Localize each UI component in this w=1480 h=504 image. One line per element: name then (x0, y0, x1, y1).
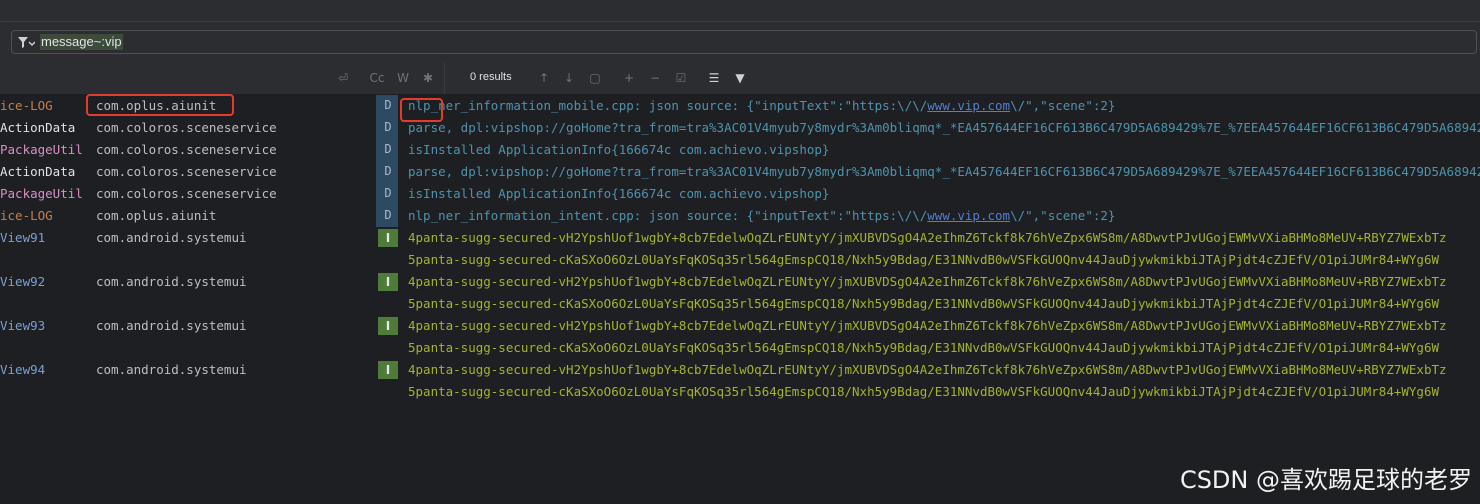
log-message-text: nlp_ner_information_mobile.cpp: json sou… (408, 98, 928, 113)
log-level: I (378, 273, 398, 291)
wrap-icon[interactable]: ⏎ (334, 69, 352, 87)
log-message: 4panta-sugg-secured-vH2YpshUof1wgbY+8cb7… (408, 271, 1480, 293)
logcat-output[interactable]: ice-LOG com.oplus.aiunit Dnlp_ner_informat… (0, 95, 1480, 504)
log-package: com.coloros.sceneservice (96, 164, 277, 179)
soft-wrap-icon[interactable]: ☰ (705, 69, 723, 87)
log-package: com.android.systemui (96, 318, 247, 333)
log-row[interactable]: 5panta-sugg-secured-cKaSXoO6OzL0UaYsFqKO… (0, 337, 1480, 359)
log-message: 5panta-sugg-secured-cKaSXoO6OzL0UaYsFqKO… (408, 337, 1480, 359)
log-message-text: 5panta-sugg-secured-cKaSXoO6OzL0UaYsFqKO… (408, 340, 1440, 355)
log-message: nlp_ner_information_intent.cpp: json sou… (408, 205, 1480, 227)
match-case-icon[interactable]: Cc (368, 69, 386, 87)
log-message: 5panta-sugg-secured-cKaSXoO6OzL0UaYsFqKO… (408, 293, 1480, 315)
log-row[interactable]: View91 com.android.systemui I 4panta-sugg-s… (0, 227, 1480, 249)
log-row[interactable]: View92 com.android.systemui I 4panta-sugg-s… (0, 271, 1480, 293)
log-tag: ice-LOG (0, 98, 53, 113)
add-occurrence-icon[interactable]: + (620, 69, 638, 87)
log-row[interactable]: 5panta-sugg-secured-cKaSXoO6OzL0UaYsFqKO… (0, 381, 1480, 403)
log-tag: View92 (0, 274, 46, 289)
log-tag: View94 (0, 362, 46, 377)
watermark: CSDN @喜欢踢足球的老罗 (1179, 466, 1472, 494)
log-package: com.android.systemui (96, 362, 247, 377)
arrow-up-icon[interactable]: ↑ (535, 69, 553, 87)
log-message-text: parse, dpl:vipshop://goHome?tra_from=tra… (408, 164, 1480, 179)
log-tag: View91 (0, 230, 46, 245)
log-package: com.android.systemui (96, 230, 247, 245)
log-level: I (378, 229, 398, 247)
log-level: I (378, 317, 398, 335)
log-message: nlp_ner_information_mobile.cpp: json sou… (408, 95, 1480, 117)
log-message-tail: \/","scene":2} (1010, 208, 1116, 223)
log-package: com.coloros.sceneservice (96, 142, 277, 157)
log-level: I (378, 361, 398, 379)
title-bar (0, 0, 1480, 22)
log-message-text: isInstalled ApplicationInfo{166674c com.… (408, 186, 830, 201)
log-package: com.android.systemui (96, 274, 247, 289)
words-icon[interactable]: W (394, 69, 412, 87)
log-message-text: 4panta-sugg-secured-vH2YpshUof1wgbY+8cb7… (408, 318, 1447, 333)
regex-icon[interactable]: ✱ (419, 69, 437, 87)
filter-bar: message~:vip (0, 22, 1480, 63)
log-tag: ice-LOG (0, 208, 53, 223)
log-level: D (384, 208, 392, 222)
log-tag: View93 (0, 318, 46, 333)
log-level: D (384, 142, 392, 156)
log-message-text: 4panta-sugg-secured-vH2YpshUof1wgbY+8cb7… (408, 230, 1447, 245)
log-message: isInstalled ApplicationInfo{166674c com.… (408, 139, 1480, 161)
log-tag: ActionData (0, 164, 76, 179)
log-message-text: isInstalled ApplicationInfo{166674c com.… (408, 142, 830, 157)
log-message-link[interactable]: www.vip.com (927, 208, 1010, 223)
scroll-to-end-icon[interactable]: ▢ (586, 69, 604, 87)
log-row[interactable]: ice-LOG com.oplus.aiunit Dnlp_ner_informat… (0, 205, 1480, 227)
log-message-text: 4panta-sugg-secured-vH2YpshUof1wgbY+8cb7… (408, 274, 1447, 289)
log-message: 4panta-sugg-secured-vH2YpshUof1wgbY+8cb7… (408, 359, 1480, 381)
log-message: isInstalled ApplicationInfo{166674c com.… (408, 183, 1480, 205)
arrow-down-icon[interactable]: ↓ (560, 69, 578, 87)
filter-query-text: message~:vip (40, 34, 123, 50)
log-message-text: 5panta-sugg-secured-cKaSXoO6OzL0UaYsFqKO… (408, 252, 1440, 267)
filter-history-icon[interactable] (17, 35, 35, 51)
results-count: 0 results (470, 71, 512, 83)
select-all-occurrences-icon[interactable]: ☑ (672, 69, 690, 87)
log-message-text: 4panta-sugg-secured-vH2YpshUof1wgbY+8cb7… (408, 362, 1447, 377)
log-tag: PackageUtil (0, 142, 83, 157)
log-package: com.oplus.aiunit (96, 208, 217, 223)
log-tag: PackageUtil (0, 186, 83, 201)
log-message: 5panta-sugg-secured-cKaSXoO6OzL0UaYsFqKO… (408, 249, 1480, 271)
log-message: parse, dpl:vipshop://goHome?tra_from=tra… (408, 117, 1480, 139)
log-row[interactable]: View93 com.android.systemui I 4panta-sugg-s… (0, 315, 1480, 337)
filter-input[interactable]: message~:vip (11, 30, 1477, 54)
log-row[interactable]: ActionData com.coloros.sceneservice Dparse… (0, 117, 1480, 139)
log-tag: ActionData (0, 120, 76, 135)
log-message: parse, dpl:vipshop://goHome?tra_from=tra… (408, 161, 1480, 183)
log-level: D (384, 164, 392, 178)
log-level: D (384, 98, 392, 112)
log-row[interactable]: 5panta-sugg-secured-cKaSXoO6OzL0UaYsFqKO… (0, 249, 1480, 271)
log-row[interactable]: PackageUtil com.coloros.sceneservice DisIn… (0, 183, 1480, 205)
highlight-box-package (86, 94, 234, 116)
log-message-tail: \/","scene":2} (1010, 98, 1116, 113)
log-message-text: parse, dpl:vipshop://goHome?tra_from=tra… (408, 120, 1480, 135)
log-message-text: 5panta-sugg-secured-cKaSXoO6OzL0UaYsFqKO… (408, 296, 1440, 311)
log-message-text: nlp_ner_information_intent.cpp: json sou… (408, 208, 928, 223)
log-row[interactable]: ActionData com.coloros.sceneservice Dparse… (0, 161, 1480, 183)
log-package: com.coloros.sceneservice (96, 186, 277, 201)
remove-occurrence-icon[interactable]: − (646, 69, 664, 87)
log-message: 4panta-sugg-secured-vH2YpshUof1wgbY+8cb7… (408, 315, 1480, 337)
log-package: com.coloros.sceneservice (96, 120, 277, 135)
log-message-text: 5panta-sugg-secured-cKaSXoO6OzL0UaYsFqKO… (408, 384, 1440, 399)
filter-icon[interactable]: ▼ (731, 69, 749, 87)
log-level: D (384, 186, 392, 200)
toolbar-left-pane: ⏎ Cc W ✱ (0, 62, 445, 94)
log-row[interactable]: View94 com.android.systemui I 4panta-sugg-s… (0, 359, 1480, 381)
log-message-link[interactable]: www.vip.com (927, 98, 1010, 113)
logcat-toolbar: ⏎ Cc W ✱ 0 results ↑ ↓ ▢ + − ☑ ☰ ▼ (0, 62, 1480, 95)
highlight-box-message (400, 98, 443, 122)
log-message: 4panta-sugg-secured-vH2YpshUof1wgbY+8cb7… (408, 227, 1480, 249)
log-message: 5panta-sugg-secured-cKaSXoO6OzL0UaYsFqKO… (408, 381, 1480, 403)
log-level: D (384, 120, 392, 134)
log-row[interactable]: 5panta-sugg-secured-cKaSXoO6OzL0UaYsFqKO… (0, 293, 1480, 315)
log-row[interactable]: PackageUtil com.coloros.sceneservice DisIn… (0, 139, 1480, 161)
